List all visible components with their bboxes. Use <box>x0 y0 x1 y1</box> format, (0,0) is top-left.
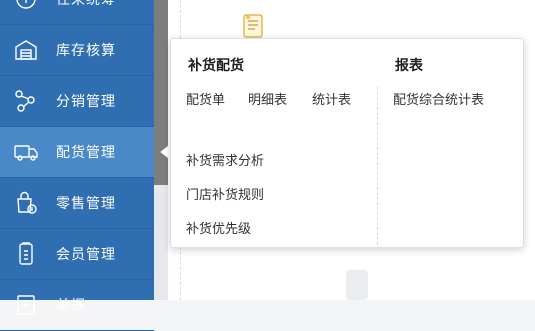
sidebar-item-documents[interactable]: 单据 <box>0 280 154 331</box>
sidebar: 往来统筹 库存核算 分销管理 配货管理 零售管理 会员管理 单据 <box>0 0 154 331</box>
sidebar-item-distribution[interactable]: 分销管理 <box>0 76 154 127</box>
section-title-replenish: 补货配货 <box>188 58 244 74</box>
link-replenish-demand-analysis[interactable]: 补货需求分析 <box>186 150 264 169</box>
sidebar-item-label: 库存核算 <box>56 43 116 59</box>
sidebar-item-label: 分销管理 <box>56 94 116 110</box>
allocation-menu-popup: 补货配货 配货单 明细表 统计表 补货需求分析 门店补货规则 补货优先级 报表 … <box>170 38 524 248</box>
link-statistics-table[interactable]: 统计表 <box>312 89 351 108</box>
link-allocation-summary-report[interactable]: 配货综合统计表 <box>393 89 484 108</box>
sidebar-item-retail[interactable]: 零售管理 <box>0 178 154 229</box>
panel-handle <box>346 270 368 300</box>
sidebar-item-settlement[interactable]: 往来统筹 <box>0 0 154 25</box>
sidebar-item-inventory[interactable]: 库存核算 <box>0 25 154 76</box>
sidebar-item-label: 单据 <box>56 298 86 314</box>
sidebar-item-label: 会员管理 <box>56 247 116 263</box>
distribution-icon <box>12 87 40 115</box>
link-store-replenish-rules[interactable]: 门店补货规则 <box>186 184 264 203</box>
sidebar-item-allocation[interactable]: 配货管理 <box>0 127 154 178</box>
section-separator <box>377 87 378 245</box>
link-detail-table[interactable]: 明细表 <box>248 89 287 108</box>
link-replenish-priority[interactable]: 补货优先级 <box>186 218 251 237</box>
popup-caret <box>161 145 170 159</box>
retail-bag-icon <box>12 189 40 217</box>
report-file-icon <box>240 12 270 40</box>
warehouse-icon <box>12 36 40 64</box>
member-icon <box>12 240 40 268</box>
sidebar-item-member[interactable]: 会员管理 <box>0 229 154 280</box>
section-title-report: 报表 <box>395 58 423 74</box>
document-icon <box>12 291 40 319</box>
link-allocation-order[interactable]: 配货单 <box>186 89 225 108</box>
sidebar-item-label: 往来统筹 <box>56 0 116 8</box>
sidebar-item-label: 零售管理 <box>56 196 116 212</box>
coins-icon <box>12 0 40 13</box>
truck-icon <box>12 138 40 166</box>
sidebar-item-label: 配货管理 <box>56 145 116 161</box>
